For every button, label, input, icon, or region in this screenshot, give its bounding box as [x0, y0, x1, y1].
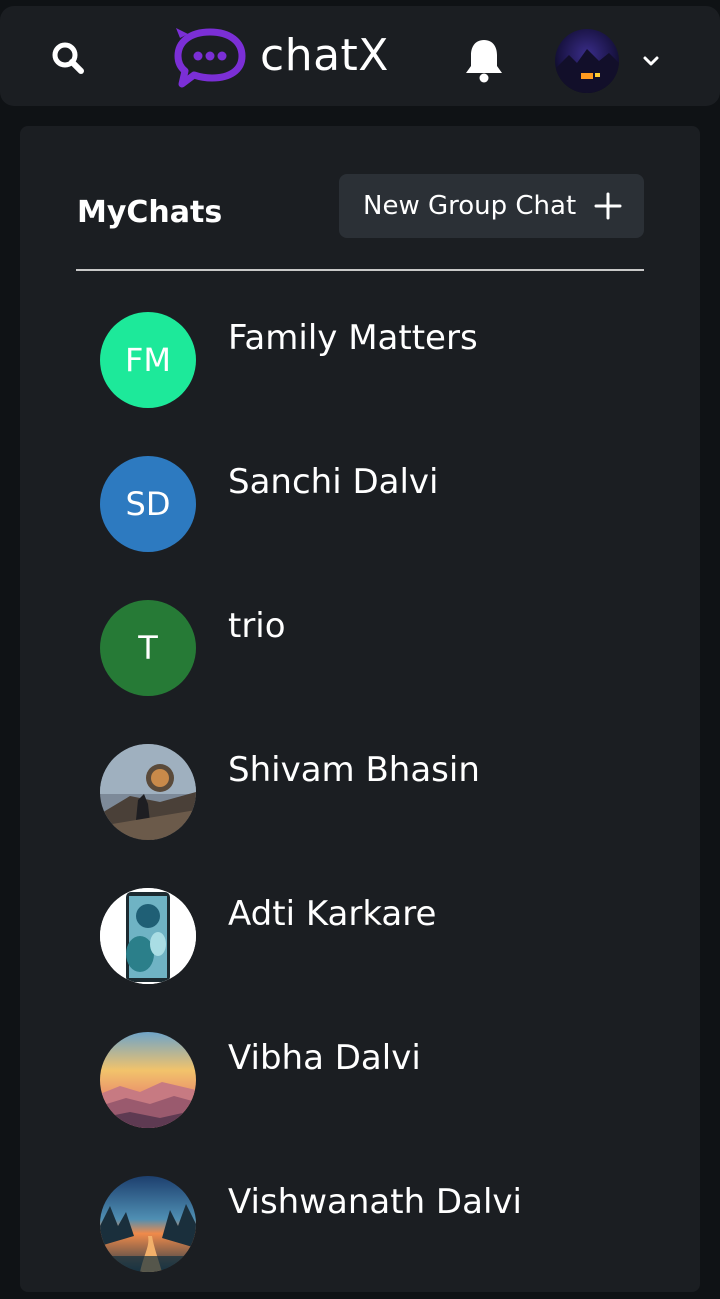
- chat-avatar: FM: [100, 312, 196, 408]
- chat-list-item[interactable]: Vibha Dalvi: [80, 1032, 660, 1152]
- chat-bubble-logo: [172, 24, 248, 90]
- chat-avatar-photo: [100, 1032, 196, 1128]
- account-menu-toggle[interactable]: [640, 50, 662, 72]
- chat-list-item[interactable]: Shivam Bhasin: [80, 744, 660, 864]
- chat-list-item[interactable]: T trio: [80, 600, 660, 720]
- app-brand-name: chatX: [260, 30, 389, 81]
- chats-panel: MyChats New Group Chat FM Family Matters…: [20, 126, 700, 1292]
- chat-name: Adti Karkare: [228, 894, 437, 934]
- avatar-initials: FM: [124, 341, 171, 379]
- avatar-initials: SD: [125, 485, 171, 523]
- chat-list-item[interactable]: Adti Karkare: [80, 888, 660, 1008]
- chat-list-item[interactable]: SD Sanchi Dalvi: [80, 456, 660, 576]
- search-icon: [52, 42, 84, 74]
- avatar-initials: T: [138, 629, 158, 667]
- notifications-button[interactable]: [462, 36, 506, 84]
- search-button[interactable]: [46, 36, 90, 80]
- chat-name: trio: [228, 606, 286, 646]
- chat-avatar-photo: [100, 1176, 196, 1272]
- chat-name: Vishwanath Dalvi: [228, 1182, 522, 1222]
- chat-list-item[interactable]: Vishwanath Dalvi: [80, 1176, 660, 1292]
- panel-title: MyChats: [77, 195, 223, 230]
- new-group-chat-label: New Group Chat: [363, 191, 577, 221]
- chat-avatar-photo: [100, 744, 196, 840]
- chat-name: Shivam Bhasin: [228, 750, 480, 790]
- bell-icon: [466, 40, 502, 83]
- chat-name: Vibha Dalvi: [228, 1038, 421, 1078]
- chat-list-item[interactable]: FM Family Matters: [80, 312, 660, 432]
- user-avatar[interactable]: [555, 29, 619, 93]
- new-group-chat-button[interactable]: New Group Chat: [339, 174, 644, 238]
- plus-icon: [594, 192, 622, 220]
- divider: [76, 269, 644, 271]
- chevron-down-icon: [643, 56, 659, 66]
- chat-name: Family Matters: [228, 318, 478, 358]
- chat-avatar: SD: [100, 456, 196, 552]
- top-bar: chatX: [0, 6, 720, 106]
- chat-name: Sanchi Dalvi: [228, 462, 439, 502]
- chat-avatar-photo: [100, 888, 196, 984]
- chat-avatar: T: [100, 600, 196, 696]
